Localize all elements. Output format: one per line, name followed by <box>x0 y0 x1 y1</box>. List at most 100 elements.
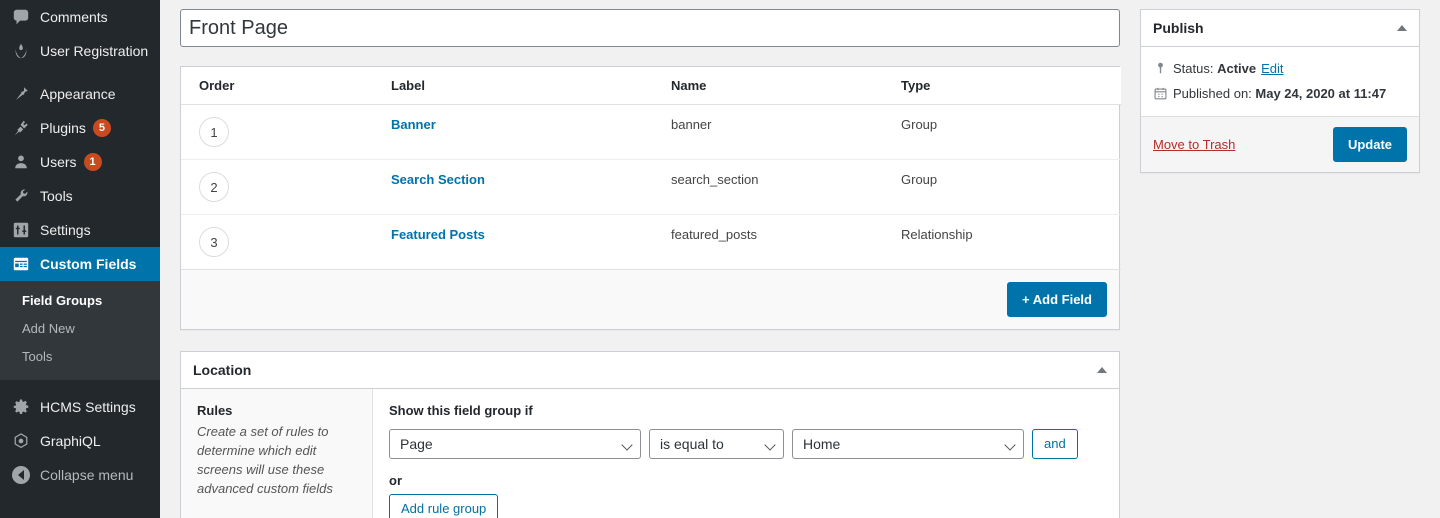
chevron-down-icon <box>1004 439 1016 451</box>
location-postbox: Location Rules Create a set of rules to … <box>180 351 1120 518</box>
custom-fields-icon <box>11 254 31 274</box>
field-type-cell: Relationship <box>891 214 1121 270</box>
sidebar-item-graphiql[interactable]: GraphiQL <box>0 424 160 458</box>
graphiql-icon <box>11 431 31 451</box>
location-body: Rules Create a set of rules to determine… <box>181 389 1119 518</box>
fields-footer: + Add Field <box>181 270 1119 329</box>
location-rules-column: Rules Create a set of rules to determine… <box>181 389 373 518</box>
side-column: Publish Status: Active Edit Published on… <box>1140 9 1420 518</box>
table-header-row: Order Label Name Type <box>181 67 1121 105</box>
sidebar-item-hcms-settings[interactable]: HCMS Settings <box>0 390 160 424</box>
published-on-value: May 24, 2020 at 11:47 <box>1255 86 1387 101</box>
publish-rows: Status: Active Edit Published on: May 24… <box>1141 47 1419 116</box>
status-row: Status: Active Edit <box>1153 56 1407 81</box>
collapse-menu-label: Collapse menu <box>40 467 134 483</box>
add-rule-group-button[interactable]: Add rule group <box>389 494 499 518</box>
field-label-cell: Search Section <box>381 159 661 215</box>
rule-target-select[interactable]: Home <box>792 429 1024 459</box>
field-group-title-input[interactable] <box>180 9 1120 47</box>
field-order-cell: 2 <box>181 159 381 215</box>
rule-target-value: Home <box>803 436 841 452</box>
update-button[interactable]: Update <box>1332 127 1407 162</box>
chevron-down-icon <box>621 439 633 451</box>
rule-param-select[interactable]: Page <box>389 429 641 459</box>
fields-table: Order Label Name Type 1 Banner banner Gr… <box>181 67 1121 270</box>
settings-icon <box>11 220 31 240</box>
plugins-update-badge: 5 <box>92 119 111 137</box>
main-column: Order Label Name Type 1 Banner <box>180 9 1121 518</box>
table-row[interactable]: 1 Banner banner Group <box>181 104 1121 160</box>
sidebar-item-label: Custom Fields <box>40 256 137 272</box>
users-count-badge: 1 <box>83 153 102 171</box>
sidebar-item-users[interactable]: Users 1 <box>0 145 160 179</box>
field-name-cell: banner <box>661 104 891 160</box>
fields-postbox: Order Label Name Type 1 Banner banner Gr… <box>180 66 1121 330</box>
column-header-label: Label <box>381 67 661 105</box>
status-badge: Active <box>1217 61 1257 76</box>
add-field-button[interactable]: + Add Field <box>1007 282 1107 317</box>
published-on-label: Published on: <box>1173 86 1252 101</box>
field-type-cell: Group <box>891 104 1121 160</box>
rule-param-value: Page <box>400 436 433 452</box>
published-on-row: Published on: May 24, 2020 at 11:47 <box>1153 81 1407 106</box>
gear-icon <box>11 397 31 417</box>
rule-operator-select[interactable]: is equal to <box>649 429 784 459</box>
collapse-arrow-icon <box>11 465 31 485</box>
add-and-rule-button[interactable]: and <box>1032 429 1078 459</box>
table-row[interactable]: 3 Featured Posts featured_posts Relation… <box>181 214 1121 270</box>
column-header-name: Name <box>661 67 891 105</box>
sidebar-item-label: Users <box>40 154 77 170</box>
sidebar-item-label: HCMS Settings <box>40 399 136 415</box>
location-legend: Show this field group if <box>389 403 533 418</box>
order-badge[interactable]: 1 <box>199 117 229 147</box>
field-name-cell: featured_posts <box>661 214 891 270</box>
order-badge[interactable]: 2 <box>199 172 229 202</box>
tools-icon <box>11 186 31 206</box>
field-label-link[interactable]: Featured Posts <box>391 227 485 242</box>
edit-status-link[interactable]: Edit <box>1261 61 1283 76</box>
move-to-trash-link[interactable]: Move to Trash <box>1153 137 1235 152</box>
user-registration-icon <box>11 41 31 61</box>
publish-panel-title: Publish <box>1153 20 1204 36</box>
field-label-link[interactable]: Search Section <box>391 172 485 187</box>
sidebar-item-appearance[interactable]: Appearance <box>0 77 160 111</box>
table-row[interactable]: 2 Search Section search_section Group <box>181 159 1121 215</box>
wordpress-admin-page: Comments User Registration Appearance Pl… <box>0 0 1440 518</box>
chevron-down-icon <box>764 439 776 451</box>
calendar-icon <box>1153 86 1173 101</box>
submenu-item-label: Field Groups <box>22 293 103 308</box>
rules-heading: Rules <box>197 403 233 418</box>
submenu-item-tools[interactable]: Tools <box>0 343 160 371</box>
submenu-item-add-new[interactable]: Add New <box>0 315 160 343</box>
field-order-cell: 1 <box>181 104 381 160</box>
chevron-up-icon[interactable] <box>1397 25 1407 31</box>
post-status-icon <box>1153 61 1173 76</box>
sidebar-item-custom-fields[interactable]: Custom Fields <box>0 247 160 281</box>
sidebar-item-settings[interactable]: Settings <box>0 213 160 247</box>
sidebar-bottom-group: HCMS Settings GraphiQL Collapse menu <box>0 390 160 492</box>
submenu-item-label: Tools <box>22 349 53 364</box>
menu-separator <box>0 68 160 77</box>
publish-postbox: Publish Status: Active Edit Published on… <box>1140 9 1420 173</box>
location-rule-row: Page is equal to Home and <box>389 429 1103 459</box>
location-postbox-header[interactable]: Location <box>181 352 1119 389</box>
field-label-link[interactable]: Banner <box>391 117 436 132</box>
sidebar-item-comments[interactable]: Comments <box>0 0 160 34</box>
sidebar-item-label: Plugins <box>40 120 86 136</box>
publish-postbox-header[interactable]: Publish <box>1141 10 1419 47</box>
order-badge[interactable]: 3 <box>199 227 229 257</box>
submenu-item-label: Add New <box>22 321 75 336</box>
sidebar-item-user-registration[interactable]: User Registration <box>0 34 160 68</box>
users-icon <box>11 152 31 172</box>
collapse-menu-button[interactable]: Collapse menu <box>0 458 160 492</box>
sidebar-item-plugins[interactable]: Plugins 5 <box>0 111 160 145</box>
sidebar-item-label: GraphiQL <box>40 433 101 449</box>
submenu-item-field-groups[interactable]: Field Groups <box>0 287 160 315</box>
sidebar-item-label: Comments <box>40 9 108 25</box>
location-panel-title: Location <box>193 362 252 378</box>
comments-icon <box>11 7 31 27</box>
sidebar-item-tools[interactable]: Tools <box>0 179 160 213</box>
field-label-cell: Banner <box>381 104 661 160</box>
chevron-up-icon[interactable] <box>1097 367 1107 373</box>
plugins-icon <box>11 118 31 138</box>
